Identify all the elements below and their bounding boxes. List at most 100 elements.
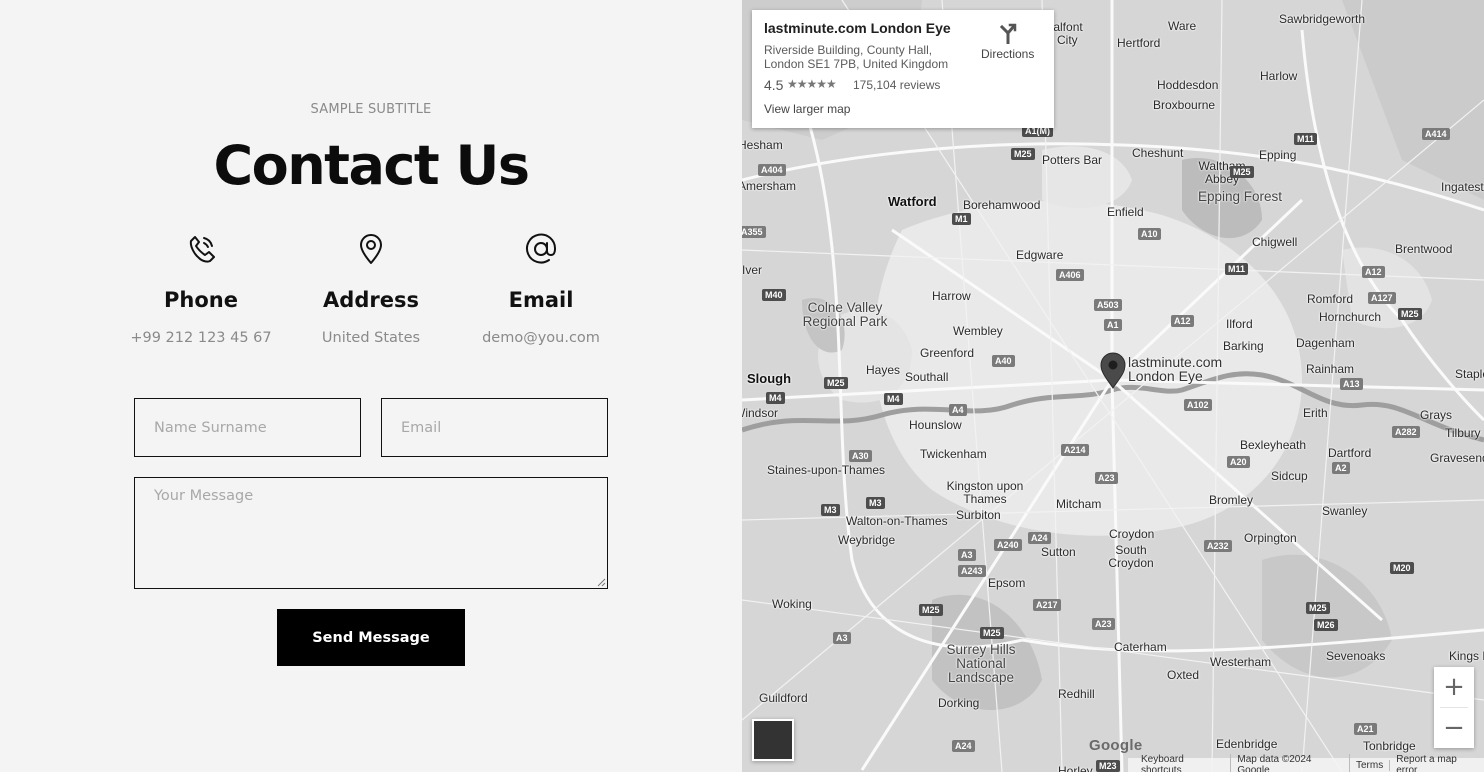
- map-place-label: Borehamwood: [963, 198, 1041, 212]
- road-shield: A2: [1332, 462, 1350, 474]
- place-rating: 4.5: [764, 77, 784, 93]
- road-shield: M26: [1314, 619, 1338, 631]
- resize-grip-icon[interactable]: [597, 578, 606, 587]
- road-shield: M25: [1306, 602, 1330, 614]
- contact-item-address: Address United States: [286, 232, 456, 346]
- report-map-error-link[interactable]: Report a map error: [1390, 754, 1484, 772]
- map-place-label: Dagenham: [1296, 336, 1355, 350]
- contact-item-value: United States: [321, 330, 421, 346]
- directions-link[interactable]: Directions: [981, 47, 1034, 61]
- map-place-label: Romford: [1307, 292, 1354, 306]
- map-place-label: Colne Valley Regional Park: [802, 300, 888, 329]
- road-shield: M11: [1225, 263, 1249, 275]
- map-place-label: Swanley: [1322, 504, 1368, 518]
- road-shield: A30: [849, 450, 872, 462]
- star-rating-icon: ★★★★★: [787, 77, 837, 91]
- map-place-label: Brentwood: [1395, 242, 1453, 256]
- page-title: Contact Us: [213, 134, 530, 197]
- contact-item-phone: Phone +99 212 123 45 67: [116, 232, 286, 346]
- road-shield: A40: [992, 355, 1015, 367]
- at-sign-icon: [526, 233, 557, 264]
- map-place-label: Wembley: [953, 324, 1003, 338]
- road-shield: M25: [1398, 308, 1422, 320]
- map-place-label: Weybridge: [838, 533, 896, 547]
- road-shield: A102: [1184, 399, 1212, 411]
- location-pin-icon: [360, 234, 382, 264]
- road-shield: A406: [1056, 269, 1084, 281]
- keyboard-shortcuts-link[interactable]: Keyboard shortcuts: [1135, 754, 1232, 772]
- map-place-label: Surbiton: [956, 508, 1001, 522]
- place-info-card: lastminute.com London Eye Riverside Buil…: [752, 10, 1054, 128]
- phone-icon: [189, 236, 215, 263]
- map-place-label: Hoddesdon: [1157, 78, 1219, 92]
- map-place-label: Potters Bar: [1042, 153, 1103, 167]
- road-shield: M11: [1294, 133, 1318, 145]
- map-place-label: Hayes: [866, 363, 901, 377]
- road-shield: A1: [1104, 319, 1122, 331]
- road-shield: M1: [952, 213, 971, 225]
- map-place-label: Sevenoaks: [1326, 649, 1386, 663]
- place-name: lastminute.com London Eye: [764, 20, 951, 36]
- road-shield: A127: [1368, 292, 1396, 304]
- road-shield: M25: [824, 377, 848, 389]
- map-place-label: Hounslow: [909, 418, 962, 432]
- map-place-label: Edgware: [1016, 248, 1064, 262]
- zoom-controls: + −: [1434, 667, 1474, 748]
- map-marker-icon[interactable]: [1099, 351, 1127, 389]
- map-place-label: Westerham: [1210, 655, 1272, 669]
- road-shield: A217: [1033, 599, 1061, 611]
- map-place-label: Mitcham: [1056, 497, 1102, 511]
- road-shield: A24: [1028, 532, 1051, 544]
- map-place-label: Harlow: [1260, 69, 1298, 83]
- map-place-label: Slough: [747, 371, 792, 386]
- email-input[interactable]: [381, 398, 608, 457]
- map-place-label: Tonbridge: [1363, 739, 1416, 753]
- map-data-credit: Map data ©2024 Google: [1231, 754, 1350, 772]
- map-place-label: Erith: [1303, 406, 1328, 420]
- map-place-label: Southall: [905, 370, 949, 384]
- road-shield: M23: [1096, 760, 1120, 772]
- map-place-label: Chigwell: [1252, 235, 1298, 249]
- map-place-label: Gravesend: [1430, 451, 1484, 465]
- map-place-label: Redhill: [1058, 687, 1095, 701]
- road-shield: A3: [833, 632, 851, 644]
- zoom-out-button[interactable]: −: [1434, 708, 1474, 748]
- map-place-label: Dartford: [1328, 446, 1372, 460]
- road-shield: A12: [1171, 315, 1194, 327]
- road-shield: M3: [866, 497, 885, 509]
- zoom-in-button[interactable]: +: [1434, 667, 1474, 707]
- map-place-label: Cheshunt: [1132, 146, 1184, 160]
- map-place-label: Dorking: [938, 696, 980, 710]
- map-place-label: Bromley: [1209, 493, 1254, 507]
- reviews-link[interactable]: 175,104 reviews: [853, 78, 940, 92]
- map-place-label: Epsom: [988, 576, 1026, 590]
- contact-section: SAMPLE SUBTITLE Contact Us Phone +99 212…: [0, 0, 742, 772]
- road-shield: A3: [958, 549, 976, 561]
- google-logo: Google: [1089, 737, 1143, 754]
- map-place-label: Epping Forest: [1198, 189, 1283, 204]
- message-textarea[interactable]: [134, 477, 608, 589]
- road-shield: A13: [1340, 378, 1363, 390]
- road-shield: M25: [980, 627, 1004, 639]
- section-subtitle: SAMPLE SUBTITLE: [310, 102, 432, 117]
- road-shield: A24: [952, 740, 975, 752]
- road-shield: A21: [1354, 723, 1377, 735]
- terms-link[interactable]: Terms: [1350, 759, 1391, 771]
- map-place-label: Twickenham: [920, 447, 987, 461]
- directions-icon[interactable]: [997, 22, 1019, 44]
- road-shield: A214: [1061, 444, 1089, 456]
- map-place-label: Staines-upon-Thames: [767, 463, 886, 477]
- map-place-label: Sidcup: [1271, 469, 1308, 483]
- satellite-layer-toggle[interactable]: [752, 719, 794, 761]
- send-message-button[interactable]: Send Message: [277, 609, 465, 666]
- map-place-label: Grays: [1420, 408, 1453, 422]
- map-place-label: Ingatestone: [1441, 180, 1484, 194]
- road-shield: A355: [742, 226, 766, 238]
- map-place-label: Tilbury: [1445, 426, 1481, 440]
- road-shield: A12: [1362, 266, 1385, 278]
- map-place-label: Enfield: [1107, 205, 1144, 219]
- name-input[interactable]: [134, 398, 361, 457]
- view-larger-map-link[interactable]: View larger map: [764, 102, 850, 116]
- map-place-label: Hertford: [1117, 36, 1161, 50]
- road-shield: M40: [762, 289, 786, 301]
